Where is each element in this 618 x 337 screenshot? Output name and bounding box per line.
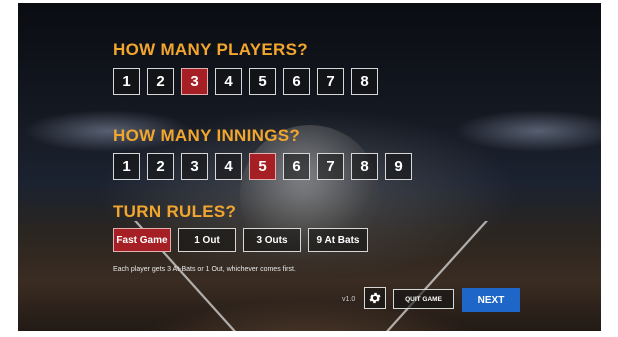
- rules-heading: TURN RULES?: [113, 202, 237, 221]
- rule-description: Each player gets 3 At-Bats or 1 Out, whi…: [113, 266, 296, 273]
- quit-game-button[interactable]: QUIT GAME: [393, 289, 454, 309]
- inning-option[interactable]: 3: [181, 153, 208, 180]
- player-option[interactable]: 8: [351, 68, 378, 95]
- inning-option[interactable]: 2: [147, 153, 174, 180]
- innings-heading: HOW MANY INNINGS?: [113, 126, 301, 145]
- rules-options: Fast Game 1 Out 3 Outs 9 At Bats: [113, 228, 368, 252]
- version-label: v1.0: [342, 296, 356, 303]
- player-option[interactable]: 4: [215, 68, 242, 95]
- player-option[interactable]: 1: [113, 68, 140, 95]
- player-option[interactable]: 7: [317, 68, 344, 95]
- inning-option[interactable]: 6: [283, 153, 310, 180]
- innings-options: 1 2 3 4 5 6 7 8 9: [113, 153, 412, 180]
- next-button[interactable]: NEXT: [462, 288, 520, 312]
- player-option[interactable]: 6: [283, 68, 310, 95]
- inning-option[interactable]: 7: [317, 153, 344, 180]
- rule-option-9-at-bats[interactable]: 9 At Bats: [308, 228, 368, 252]
- player-option[interactable]: 5: [249, 68, 276, 95]
- inning-option[interactable]: 1: [113, 153, 140, 180]
- rule-option-fast-game[interactable]: Fast Game: [113, 228, 171, 252]
- player-option[interactable]: 2: [147, 68, 174, 95]
- players-heading: HOW MANY PLAYERS?: [113, 40, 308, 59]
- inning-option[interactable]: 4: [215, 153, 242, 180]
- players-options: 1 2 3 4 5 6 7 8: [113, 68, 378, 95]
- player-option[interactable]: 3: [181, 68, 208, 95]
- inning-option[interactable]: 8: [351, 153, 378, 180]
- gear-icon: [369, 292, 381, 304]
- rule-option-3-outs[interactable]: 3 Outs: [243, 228, 301, 252]
- inning-option[interactable]: 5: [249, 153, 276, 180]
- rule-option-1-out[interactable]: 1 Out: [178, 228, 236, 252]
- settings-button[interactable]: [364, 287, 386, 309]
- inning-option[interactable]: 9: [385, 153, 412, 180]
